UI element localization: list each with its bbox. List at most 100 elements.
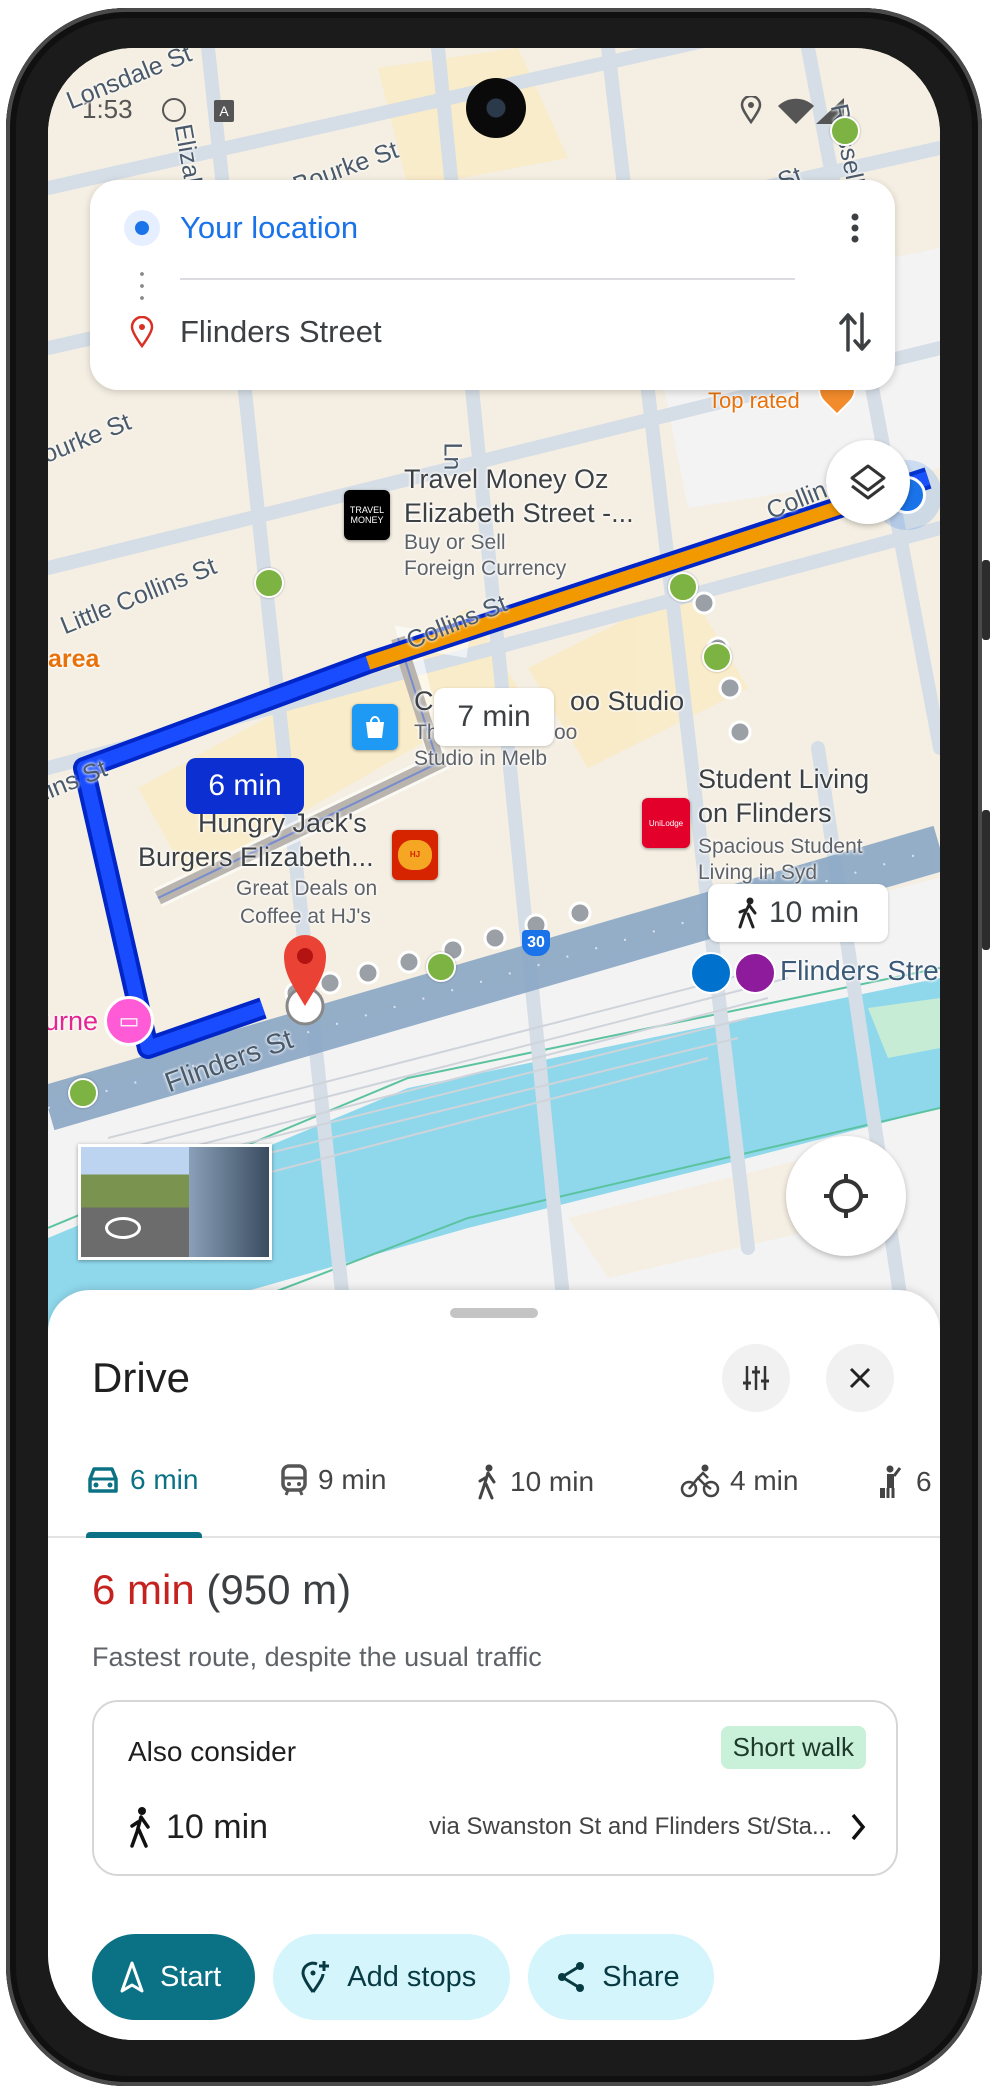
area-label: area — [48, 645, 100, 673]
street-view-thumbnail[interactable] — [78, 1144, 272, 1260]
layers-icon — [850, 464, 886, 500]
poi-subtitle: Buy or Sell — [404, 531, 506, 554]
poi-subtitle: Great Deals on — [236, 877, 378, 900]
unilodge-logo[interactable]: UniLodge — [642, 798, 690, 848]
route-options-button[interactable] — [722, 1344, 790, 1412]
poi-name-line2: Burgers Elizabeth... — [138, 842, 374, 872]
alternative-walk-row[interactable]: 10 min via Swanston St and Flinders St/S… — [128, 1800, 866, 1854]
hotel-icon[interactable]: ▭ — [104, 996, 154, 1046]
poi-subtitle: Foreign Currency — [404, 557, 567, 580]
origin-row[interactable]: Your location — [90, 198, 895, 258]
walk-time: 10 min — [768, 896, 860, 929]
tab-transit[interactable]: 9 min — [280, 1464, 386, 1496]
poi-name: Travel Money Oz — [404, 464, 609, 494]
origin-dot-icon — [124, 210, 160, 246]
sheet-title: Drive — [92, 1354, 191, 1401]
bicycle-icon — [680, 1464, 720, 1498]
walk-icon — [478, 1464, 496, 1500]
tram-stop-icon[interactable] — [254, 568, 284, 598]
route-30-shield: 30 — [522, 930, 550, 956]
wifi-icon — [778, 98, 814, 124]
tab-label: 10 min — [510, 1466, 595, 1497]
front-camera — [466, 78, 526, 138]
poi-subtitle: Coffee at HJ's — [240, 905, 371, 928]
origin-field[interactable]: Your location — [180, 210, 358, 246]
hungry-jacks-logo[interactable]: HJ — [392, 830, 438, 880]
station-label: Flinders Stre — [780, 955, 939, 986]
share-icon — [558, 1962, 585, 1992]
poi-name-line2: Elizabeth Street -... — [404, 498, 634, 528]
more-vert-icon — [851, 213, 859, 243]
rotate-360-icon — [105, 1217, 141, 1239]
destination-row[interactable]: Flinders Street — [90, 302, 895, 362]
tab-walk[interactable]: 10 min — [476, 1464, 594, 1500]
screen: 1:53 A Lonsdale St Elizabeth St Little B… — [48, 48, 940, 2040]
directions-search-card: Your location Flinders Street — [90, 180, 895, 390]
swap-directions-button[interactable] — [827, 304, 883, 360]
destination-pin[interactable] — [280, 928, 330, 1028]
tab-ride-hail[interactable]: 6 — [878, 1464, 932, 1500]
tab-cycle[interactable]: 4 min — [680, 1464, 798, 1498]
navigation-arrow-icon — [120, 1961, 144, 1993]
location-status-icon — [740, 96, 762, 124]
map-view[interactable]: 1:53 A Lonsdale St Elizabeth St Little B… — [48, 48, 940, 1348]
active-tab-indicator — [86, 1532, 202, 1538]
poi-travel-money[interactable]: Travel Money Oz Elizabeth Street -... Bu… — [404, 462, 634, 582]
travel-money-logo[interactable]: TRAVEL MONEY — [344, 490, 390, 540]
action-buttons: Start Add stops Share — [92, 1934, 714, 2020]
transit-icon — [281, 1464, 307, 1496]
power-button — [982, 560, 990, 640]
also-consider-heading: Also consider — [128, 1736, 297, 1767]
notification-icon — [162, 98, 186, 122]
sheet-drag-handle[interactable] — [450, 1308, 538, 1318]
add-stops-label: Add stops — [347, 1960, 477, 1993]
selected-route-time-bubble[interactable]: 6 min — [186, 758, 304, 814]
more-options-button[interactable] — [827, 200, 883, 256]
poi-subtitle: Living in Syd — [698, 861, 818, 884]
accessibility-icon: A — [214, 100, 234, 122]
poi-subtitle: Studio in Melb — [414, 747, 548, 770]
poi-name: C — [414, 686, 434, 716]
tab-label: 6 min — [130, 1464, 199, 1495]
start-button[interactable]: Start — [92, 1934, 256, 2020]
melbourne-label: urne — [48, 1006, 99, 1036]
travel-mode-tabs: 6 min 9 min 10 min 4 min 6 — [48, 1440, 940, 1538]
add-stops-button[interactable]: Add stops — [273, 1934, 511, 2020]
short-walk-badge: Short walk — [720, 1726, 866, 1769]
close-button[interactable] — [826, 1344, 894, 1412]
tram-stop-icon[interactable] — [830, 116, 860, 146]
alternate-route-time-bubble[interactable]: 7 min — [434, 688, 554, 746]
tram-stop-icon[interactable] — [668, 572, 698, 602]
tune-icon — [743, 1366, 769, 1390]
alternative-time: 10 min — [166, 1807, 269, 1846]
also-consider-card[interactable]: Also consider Short walk 10 min via Swan… — [92, 1700, 898, 1876]
poi-subtitle: oo — [554, 721, 578, 744]
poi-name: Student Living — [698, 764, 870, 794]
poi-subtitle: Spacious Student — [698, 835, 863, 858]
crosshair-icon — [824, 1174, 868, 1218]
tram-stop-icon[interactable] — [68, 1078, 98, 1108]
top-rated-label: Top rated — [708, 388, 800, 413]
vline-train-icon[interactable] — [734, 952, 776, 994]
share-button[interactable]: Share — [528, 1934, 714, 2020]
poi-name-line2: on Flinders — [698, 798, 832, 828]
route-distance: (950 m) — [206, 1566, 352, 1613]
layers-button[interactable] — [826, 440, 910, 524]
metro-train-icon[interactable] — [690, 952, 732, 994]
walk-icon — [130, 1807, 150, 1848]
tab-label: 6 — [916, 1466, 932, 1497]
add-location-icon — [301, 1961, 330, 1993]
tab-label: 4 min — [730, 1465, 799, 1496]
chevron-right-icon — [851, 1813, 866, 1841]
route-description: Fastest route, despite the usual traffic — [92, 1642, 542, 1672]
walk-time-bubble[interactable]: 10 min — [708, 884, 888, 942]
shopping-bag-icon[interactable] — [352, 704, 398, 750]
close-icon — [849, 1367, 871, 1389]
tram-stop-icon[interactable] — [426, 952, 456, 982]
destination-field[interactable]: Flinders Street — [180, 314, 382, 350]
recenter-button[interactable] — [786, 1136, 906, 1256]
walk-icon — [738, 897, 757, 929]
ride-hail-icon — [880, 1465, 902, 1498]
tram-stop-icon[interactable] — [702, 642, 732, 672]
tab-drive[interactable]: 6 min — [86, 1464, 198, 1496]
